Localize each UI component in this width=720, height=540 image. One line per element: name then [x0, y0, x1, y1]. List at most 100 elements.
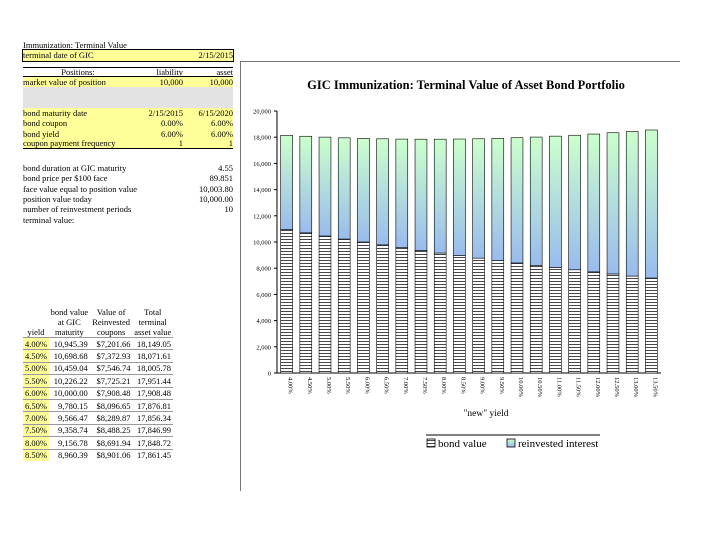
- coupon-frequency-label: coupon payment frequency: [23, 138, 116, 149]
- x-tick-label: 7.50%: [421, 377, 428, 394]
- table-row: 6.50% 9,780.15 $8,096.65 17,876.81: [23, 398, 173, 412]
- table-cell-yield: 4.50%: [23, 349, 49, 363]
- reinvestment-periods-row: number of reinvestment periods 10: [23, 204, 233, 214]
- table-cell-total: 17,848.72: [132, 436, 173, 450]
- x-tick-label: 10.50%: [536, 377, 543, 398]
- bar-bond-value: [453, 255, 466, 374]
- bar-reinvested-interest: [625, 131, 639, 277]
- table-row: 8.00% 9,156.78 $8,691.94 17,848.72: [23, 436, 173, 450]
- terminal-value-row: terminal value:: [23, 214, 233, 225]
- y-tick-label: 16,000: [253, 161, 271, 168]
- duration-value: 4.55: [218, 163, 233, 174]
- terminal-date-value[interactable]: 2/15/2015: [183, 50, 233, 60]
- terminal-value-table: yield bond value at GIC maturity Value o…: [23, 307, 173, 462]
- x-tick-label: 12.00%: [594, 377, 601, 398]
- bar-bond-value: [376, 244, 389, 374]
- table-cell-total: 17,908.48: [132, 386, 173, 400]
- y-tick-label: 4,000: [256, 318, 271, 325]
- table-cell-bond-value: 10,000.00: [48, 386, 90, 400]
- terminal-date-row[interactable]: terminal date of GIC 2/15/2015: [22, 49, 234, 62]
- x-tick-label: 9.00%: [479, 377, 486, 394]
- bar-reinvested-interest: [549, 135, 562, 268]
- table-cell-bond-value: 8,960.39: [48, 448, 90, 462]
- bar-bond-value: [299, 232, 313, 374]
- coupon-frequency-row[interactable]: coupon payment frequency 1 1: [23, 138, 233, 149]
- x-tick-label: 7.00%: [402, 377, 409, 394]
- bar-bond-value: [510, 262, 524, 374]
- bar-reinvested-interest: [299, 135, 313, 234]
- bar-reinvested-interest: [606, 132, 620, 275]
- x-tick-label: 6.50%: [383, 377, 390, 394]
- y-tick-label: 6,000: [256, 292, 271, 299]
- table-cell-yield: 7.00%: [23, 411, 49, 425]
- bond-maturity-liability[interactable]: 2/15/2015: [133, 108, 183, 118]
- table-row: 7.50% 9,358.74 $8,488.25 17,846.99: [23, 423, 173, 437]
- bond-coupon-liability[interactable]: 0.00%: [133, 118, 183, 128]
- coupon-frequency-asset[interactable]: 1: [183, 138, 233, 148]
- table-header-reinvested: Value of Reinvested coupons: [92, 307, 131, 337]
- legend-label-reinvested: reinvested interest: [518, 438, 598, 450]
- face-value-value: 10,003.80: [199, 183, 233, 194]
- bond-yield-liability[interactable]: 6.00%: [133, 129, 183, 139]
- bond-yield-asset[interactable]: 6.00%: [183, 129, 233, 139]
- table-cell-reinvested: $8,096.65: [89, 398, 133, 412]
- market-value-liability[interactable]: 10,000: [133, 77, 183, 87]
- bar-reinvested-interest: [645, 129, 658, 279]
- bond-maturity-label: bond maturity date: [23, 107, 88, 118]
- price-value: 89.851: [209, 173, 233, 184]
- x-tick-label: 8.00%: [440, 377, 447, 394]
- bond-maturity-row[interactable]: bond maturity date 2/15/2015 6/15/2020: [23, 107, 233, 119]
- terminal-value-label: terminal value:: [23, 214, 75, 225]
- market-value-asset[interactable]: 10,000: [183, 77, 233, 87]
- table-cell-total: 17,861.45: [132, 448, 173, 462]
- x-axis-label: "new" yield: [464, 409, 509, 419]
- y-tick-label: 8,000: [256, 266, 271, 273]
- coupon-frequency-liability[interactable]: 1: [133, 138, 183, 148]
- bar-reinvested-interest: [529, 136, 543, 266]
- bar-reinvested-interest: [433, 138, 447, 254]
- table-cell-total: 18,005.78: [132, 361, 173, 375]
- y-tick-label: 2,000: [256, 344, 271, 351]
- table-header-yield: yield: [27, 327, 45, 337]
- bond-yield-label: bond yield: [23, 128, 60, 139]
- table-cell-reinvested: $8,289.87: [89, 411, 133, 425]
- market-value-row[interactable]: market value of position 10,000 10,000: [23, 76, 233, 88]
- table-row: 5.50% 10,226.22 $7,725.21 17,951.44: [23, 374, 173, 388]
- table-cell-total: 18,071.61: [132, 349, 173, 363]
- bar-reinvested-interest: [472, 138, 485, 259]
- x-tick-label: 4.00%: [287, 377, 294, 394]
- x-tick-label: 5.00%: [325, 377, 332, 394]
- bar-bond-value: [625, 275, 639, 374]
- table-row: 6.00% 10,000.00 $7,908.48 17,908.48: [23, 386, 173, 400]
- bond-yield-row[interactable]: bond yield 6.00% 6.00%: [23, 128, 233, 139]
- x-tick-label: 8.50%: [459, 377, 466, 394]
- y-tick-label: 10,000: [253, 240, 271, 247]
- chart-frame: GIC Immunization: Terminal Value of Asse…: [240, 61, 680, 491]
- table-cell-total: 17,846.99: [132, 423, 173, 437]
- x-tick-label: 4.50%: [306, 377, 313, 394]
- chart-title: GIC Immunization: Terminal Value of Asse…: [307, 78, 625, 92]
- table-cell-bond-value: 9,566.47: [48, 411, 90, 425]
- table-cell-total: 17,951.44: [132, 374, 173, 388]
- position-today-row: position value today 10,000.00: [23, 194, 233, 204]
- x-tick-label: 13.00%: [632, 377, 639, 398]
- table-row: 4.00% 10,945.39 $7,201.66 18,149.05: [23, 336, 173, 350]
- sheet-title-row: Immunization: Terminal Value: [23, 40, 233, 50]
- table-cell-reinvested: $8,901.06: [89, 448, 133, 462]
- bond-maturity-asset[interactable]: 6/15/2020: [183, 108, 233, 118]
- table-cell-yield: 8.00%: [23, 436, 49, 450]
- gray-spacer-row: [23, 87, 233, 98]
- bond-coupon-row[interactable]: bond coupon 0.00% 6.00%: [23, 118, 233, 129]
- table-cell-bond-value: 9,156.78: [48, 436, 90, 450]
- table-cell-total: 17,876.81: [132, 398, 173, 412]
- bar-bond-value: [529, 265, 543, 374]
- x-tick-label: 11.00%: [555, 377, 562, 397]
- position-today-value: 10,000.00: [199, 194, 233, 204]
- table-cell-bond-value: 9,780.15: [48, 398, 90, 412]
- table-cell-yield: 5.50%: [23, 374, 49, 388]
- table-header-bond-value: bond value at GIC maturity: [50, 307, 89, 337]
- table-cell-reinvested: $7,908.48: [89, 386, 133, 400]
- bar-bond-value: [414, 250, 428, 374]
- bar-bond-value: [645, 277, 658, 374]
- bond-coupon-asset[interactable]: 6.00%: [183, 118, 233, 128]
